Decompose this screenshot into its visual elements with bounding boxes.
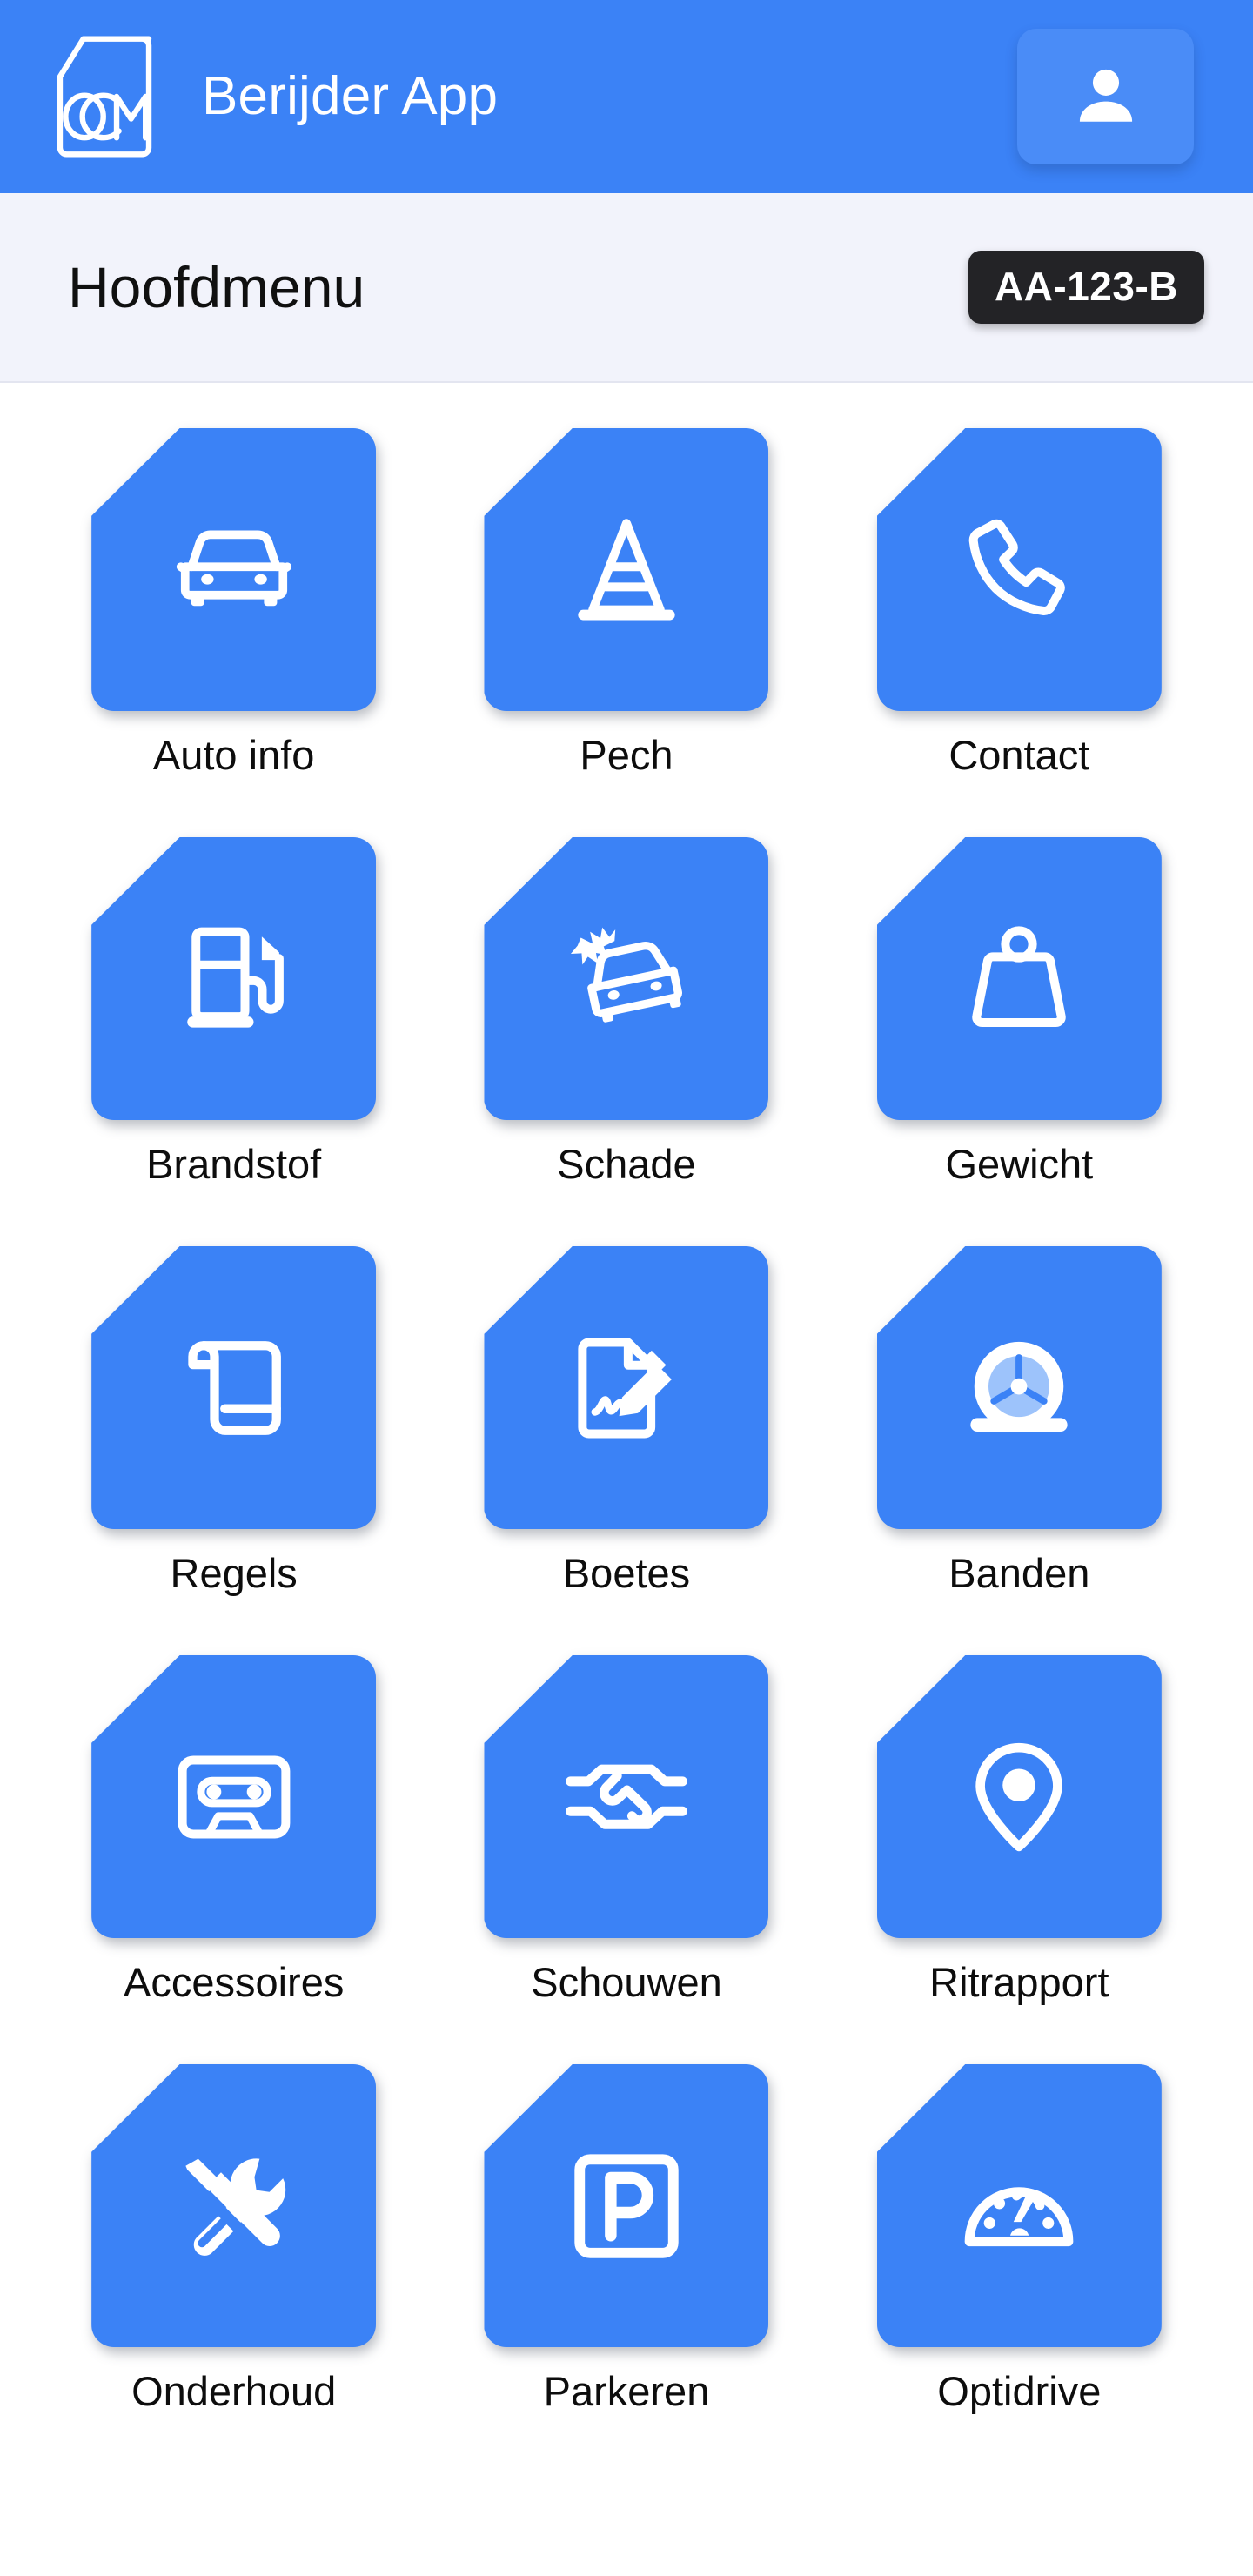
menu-tile-ritrapport[interactable]: Ritrapport: [831, 1655, 1208, 2064]
app-root: Berijder App Hoofdmenu AA-123-B Auto inf…: [0, 0, 1253, 2576]
document-signature-pen-icon: [561, 1323, 692, 1453]
app-header-bar: Berijder App: [0, 0, 1253, 193]
menu-tile-optidrive[interactable]: Optidrive: [831, 2064, 1208, 2473]
tile-shape: [91, 1655, 377, 1938]
page-title: Hoofdmenu: [68, 255, 365, 319]
tile-shape: [876, 428, 1162, 711]
fuel-pump-icon: [169, 914, 299, 1044]
menu-grid-container: Auto info Pech Contact Brandstof Schade …: [0, 383, 1253, 2576]
menu-tile-schouwen[interactable]: Schouwen: [438, 1655, 814, 2064]
tile-shape: [91, 837, 377, 1120]
tile-shape: [91, 2064, 377, 2347]
handshake-icon: [561, 1732, 692, 1862]
page-subheader-bar: Hoofdmenu AA-123-B: [0, 193, 1253, 383]
tile-label: Boetes: [562, 1550, 691, 1596]
tile-shape: [876, 1655, 1162, 1938]
profile-button[interactable]: [1017, 29, 1194, 164]
traffic-cone-icon: [561, 505, 692, 635]
tile-label: Gewicht: [945, 1141, 1094, 1187]
tile-label: Brandstof: [146, 1141, 322, 1187]
cassette-tape-icon: [169, 1732, 299, 1862]
parking-p-icon: [561, 2141, 692, 2271]
weight-icon: [954, 914, 1084, 1044]
tile-shape: [876, 837, 1162, 1120]
scroll-icon: [169, 1323, 299, 1453]
tile-label: Optidrive: [937, 2368, 1102, 2414]
tile-label: Ritrapport: [929, 1959, 1109, 2005]
menu-tile-onderhoud[interactable]: Onderhoud: [45, 2064, 422, 2473]
tile-shape: [91, 428, 377, 711]
menu-tile-contact[interactable]: Contact: [831, 428, 1208, 837]
tile-label: Schade: [557, 1141, 696, 1187]
phone-icon: [954, 505, 1084, 635]
tile-label: Schouwen: [531, 1959, 722, 2005]
person-icon: [1069, 60, 1142, 133]
tile-label: Pech: [580, 732, 673, 778]
car-crash-icon: [561, 914, 692, 1044]
menu-tile-boetes[interactable]: Boetes: [438, 1246, 814, 1655]
license-plate-badge[interactable]: AA-123-B: [968, 251, 1204, 324]
app-title: Berijder App: [202, 66, 499, 126]
location-pin-icon: [954, 1732, 1084, 1862]
menu-tile-brandstof[interactable]: Brandstof: [45, 837, 422, 1246]
menu-grid: Auto info Pech Contact Brandstof Schade …: [45, 428, 1208, 2473]
tile-shape: [484, 428, 769, 711]
menu-tile-accessoires[interactable]: Accessoires: [45, 1655, 422, 2064]
tile-shape: [876, 2064, 1162, 2347]
tile-shape: [91, 1246, 377, 1529]
menu-tile-gewicht[interactable]: Gewicht: [831, 837, 1208, 1246]
tile-label: Accessoires: [123, 1959, 345, 2005]
tile-label: Onderhoud: [131, 2368, 337, 2414]
tile-shape: [484, 1655, 769, 1938]
tile-label: Auto info: [152, 732, 315, 778]
menu-tile-regels[interactable]: Regels: [45, 1246, 422, 1655]
tile-shape: [876, 1246, 1162, 1529]
menu-tile-parkeren[interactable]: Parkeren: [438, 2064, 814, 2473]
screwdriver-wrench-icon: [169, 2141, 299, 2271]
tile-shape: [484, 2064, 769, 2347]
tile-label: Parkeren: [543, 2368, 710, 2414]
menu-tile-pech[interactable]: Pech: [438, 428, 814, 837]
tire-wheel-icon: [954, 1323, 1084, 1453]
speedometer-icon: [954, 2141, 1084, 2271]
tile-label: Banden: [948, 1550, 1090, 1596]
ocm-car-door-logo-icon: [49, 32, 160, 161]
car-front-icon: [169, 505, 299, 635]
menu-tile-schade[interactable]: Schade: [438, 837, 814, 1246]
menu-tile-banden[interactable]: Banden: [831, 1246, 1208, 1655]
tile-label: Contact: [948, 732, 1090, 778]
tile-shape: [484, 837, 769, 1120]
tile-label: Regels: [170, 1550, 298, 1596]
tile-shape: [484, 1246, 769, 1529]
menu-tile-auto-info[interactable]: Auto info: [45, 428, 422, 837]
